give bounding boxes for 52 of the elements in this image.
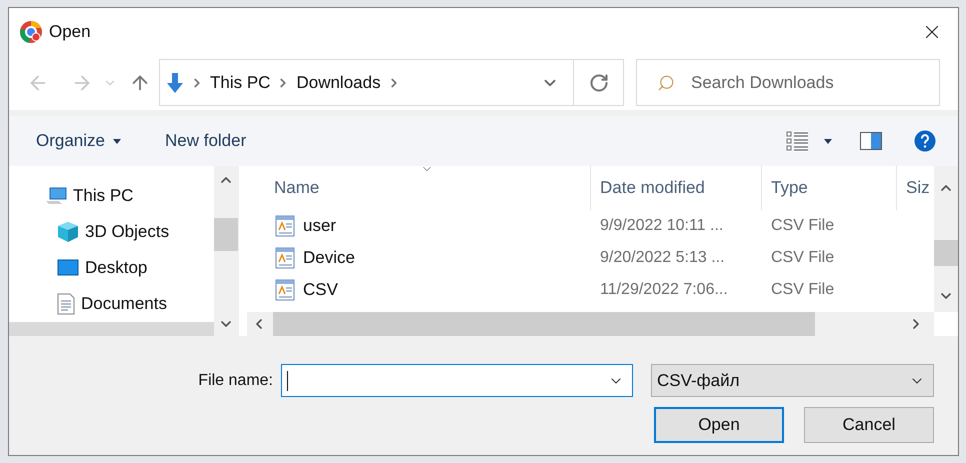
address-bar[interactable]: This PC Downloads (159, 59, 624, 106)
search-input[interactable]: Search Downloads (691, 70, 911, 96)
caret-icon (112, 138, 121, 144)
window-title: Open (49, 20, 91, 43)
column-header[interactable]: Name (247, 166, 590, 210)
date-cell-text: 9/20/2022 5:13 ... (599, 248, 726, 268)
document-icon (57, 293, 75, 315)
breadcrumb-item[interactable]: This PC (210, 70, 270, 96)
search-icon (657, 74, 675, 92)
file-name-cell[interactable]: Device (303, 245, 355, 271)
new-folder-button[interactable]: New folder (164, 128, 246, 154)
nav-item[interactable]: This PC (9, 178, 214, 214)
app-logo-icon (19, 20, 43, 44)
scrollbar-thumb[interactable] (934, 240, 958, 266)
caret-icon[interactable] (824, 138, 832, 144)
view-options-icon[interactable] (786, 131, 808, 151)
preview-pane-icon[interactable] (860, 132, 882, 150)
file-name-combobox[interactable] (281, 364, 633, 397)
type-cell-text: CSV File (770, 248, 836, 268)
dialog-button[interactable]: Cancel (804, 407, 934, 443)
text-cursor (287, 370, 288, 390)
download-arrow-icon (166, 72, 184, 94)
cube-icon (57, 221, 79, 243)
file-name-cell[interactable]: CSV (303, 277, 338, 303)
scrollbar-thumb[interactable] (214, 218, 238, 251)
date-cell-text: 11/29/2022 7:06... (599, 280, 729, 300)
file-name-cell[interactable]: user (303, 213, 336, 239)
file-type-dropdown[interactable]: CSV-файл (651, 364, 934, 397)
vertical-scrollbar[interactable] (214, 166, 238, 336)
vertical-scrollbar[interactable] (934, 166, 958, 312)
help-icon[interactable] (914, 130, 936, 152)
text-file-icon (275, 279, 295, 301)
nav-item[interactable]: Desktop (9, 250, 214, 286)
breadcrumb-item[interactable]: Downloads (296, 70, 381, 96)
scrollbar-thumb[interactable] (273, 312, 815, 336)
column-header[interactable]: Type (761, 166, 896, 210)
date-cell-text: 9/9/2022 10:11 ... (599, 216, 724, 236)
type-cell-text: CSV File (770, 280, 836, 300)
nav-item[interactable]: Documents (9, 286, 214, 322)
refresh-icon (588, 72, 608, 92)
dialog-button[interactable]: Open (654, 407, 784, 443)
column-header[interactable]: Date modified (590, 166, 761, 210)
computer-icon (45, 187, 67, 205)
horizontal-scrollbar[interactable] (247, 312, 934, 336)
search-field[interactable]: Search Downloads (636, 59, 940, 106)
type-cell-text: CSV File (770, 216, 836, 236)
file-name-label: File name: (198, 370, 273, 390)
nav-item[interactable]: 3D Objects (9, 214, 214, 250)
desktop-icon (57, 259, 79, 277)
text-file-icon (275, 215, 295, 237)
organize-menu-button[interactable]: Organize (36, 128, 121, 154)
text-file-icon (275, 247, 295, 269)
